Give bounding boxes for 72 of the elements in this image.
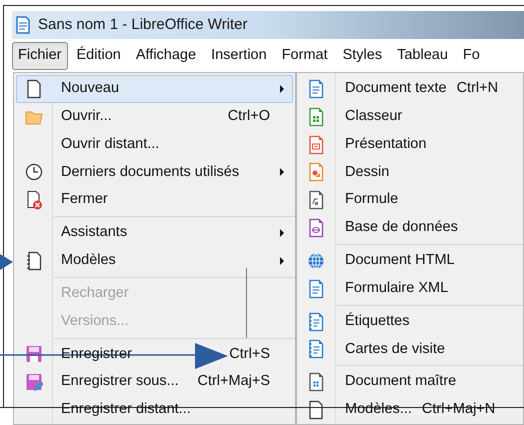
document-icon xyxy=(307,78,325,99)
menu-label: Derniers documents utilisés xyxy=(61,162,240,182)
menu-item[interactable]: Tableau xyxy=(391,42,454,70)
menu-label: Modèles xyxy=(61,251,116,270)
menu-label: Document texte xyxy=(345,79,447,98)
submenu-entry[interactable]: Document maître xyxy=(299,368,521,396)
menu-item[interactable]: Fo xyxy=(456,42,486,70)
menu-label: Enregistrer sous... xyxy=(61,372,179,392)
menu-label: Dessin xyxy=(345,162,390,182)
window-title: Sans nom 1 - LibreOffice Writer xyxy=(38,14,248,35)
globe-icon xyxy=(307,250,325,271)
submenu-entry[interactable]: Document HTML xyxy=(299,247,521,275)
drawing-icon xyxy=(307,162,325,182)
menu-item[interactable]: Styles xyxy=(336,42,388,70)
menu-label: Étiquettes xyxy=(345,311,410,331)
menu-entry[interactable]: Modèles xyxy=(16,247,293,275)
document-close-icon xyxy=(25,190,43,210)
menu-label: Cartes de visite xyxy=(345,340,445,359)
menu-item[interactable]: Édition xyxy=(70,42,127,70)
shortcut-label: Ctrl+O xyxy=(228,106,270,126)
menu-label: Présentation xyxy=(345,134,426,154)
shortcut-label: Ctrl+S xyxy=(229,344,270,364)
menu-label: Classeur xyxy=(345,106,402,126)
menu-item[interactable]: Insertion xyxy=(205,42,273,70)
submenu-entry[interactable]: Cartes de visite xyxy=(299,336,521,364)
submenu-entry[interactable]: Présentation xyxy=(299,130,521,159)
menu-label: Ouvrir... xyxy=(61,106,112,126)
submenu-entry[interactable]: Formule xyxy=(299,186,521,214)
menu-item[interactable]: Format xyxy=(276,42,334,70)
database-icon xyxy=(307,218,325,238)
floppy-pencil-icon xyxy=(25,372,43,392)
menu-label: Formulaire XML xyxy=(345,278,448,298)
submenu-entry[interactable]: Base de données xyxy=(299,214,521,242)
menu-entry[interactable]: Fermer xyxy=(16,186,293,214)
notebook-document-icon xyxy=(307,312,325,332)
menu-entry[interactable]: Enregistrer sous... Ctrl+Maj+S xyxy=(16,368,293,396)
menu-entry[interactable]: Assistants xyxy=(16,219,293,248)
menu-item[interactable]: Fichier xyxy=(12,42,68,70)
shortcut-label: Ctrl+Maj+S xyxy=(197,372,270,392)
notebook-document-icon xyxy=(307,339,325,360)
submenu-entry[interactable]: Formulaire XML xyxy=(299,274,521,303)
menu-entry[interactable]: Derniers documents utilisés xyxy=(16,158,293,186)
page-icon xyxy=(25,78,43,99)
menu-label: Versions... xyxy=(61,312,129,331)
menu-item[interactable]: Affichage xyxy=(130,42,202,70)
shortcut-label: Ctrl+N xyxy=(456,79,498,98)
menu-label: Assistants xyxy=(61,223,128,242)
menu-label: Fermer xyxy=(61,190,108,210)
menu-label: Recharger xyxy=(61,284,129,303)
document-icon xyxy=(307,278,325,299)
menu-label: Ouvrir distant... xyxy=(61,134,160,154)
menu-label: Base de données xyxy=(345,218,458,238)
menu-label: Document HTML xyxy=(345,251,455,270)
spreadsheet-icon xyxy=(307,106,325,127)
menu-label: Formule xyxy=(345,190,398,210)
submenu-entry[interactable]: Classeur xyxy=(299,102,521,131)
annotation-arrow xyxy=(0,254,14,270)
submenu-entry[interactable]: Étiquettes xyxy=(299,308,521,336)
notebook-icon xyxy=(25,250,43,271)
page-icon xyxy=(307,400,325,420)
menu-label: Nouveau xyxy=(61,79,120,98)
presentation-icon xyxy=(307,134,325,155)
menu-entry[interactable]: Ouvrir distant... xyxy=(16,130,293,159)
menu-entry[interactable]: Nouveau xyxy=(16,75,293,103)
document-icon xyxy=(16,16,30,34)
menu-label: Document maître xyxy=(345,372,456,392)
master-document-icon xyxy=(307,372,325,392)
menu-entry[interactable]: Ouvrir... Ctrl+O xyxy=(16,102,293,131)
submenu-entry[interactable]: Document texte Ctrl+N xyxy=(299,75,521,103)
formula-icon xyxy=(307,190,325,210)
clock-icon xyxy=(25,162,43,182)
submenu-entry[interactable]: Dessin xyxy=(299,158,521,186)
